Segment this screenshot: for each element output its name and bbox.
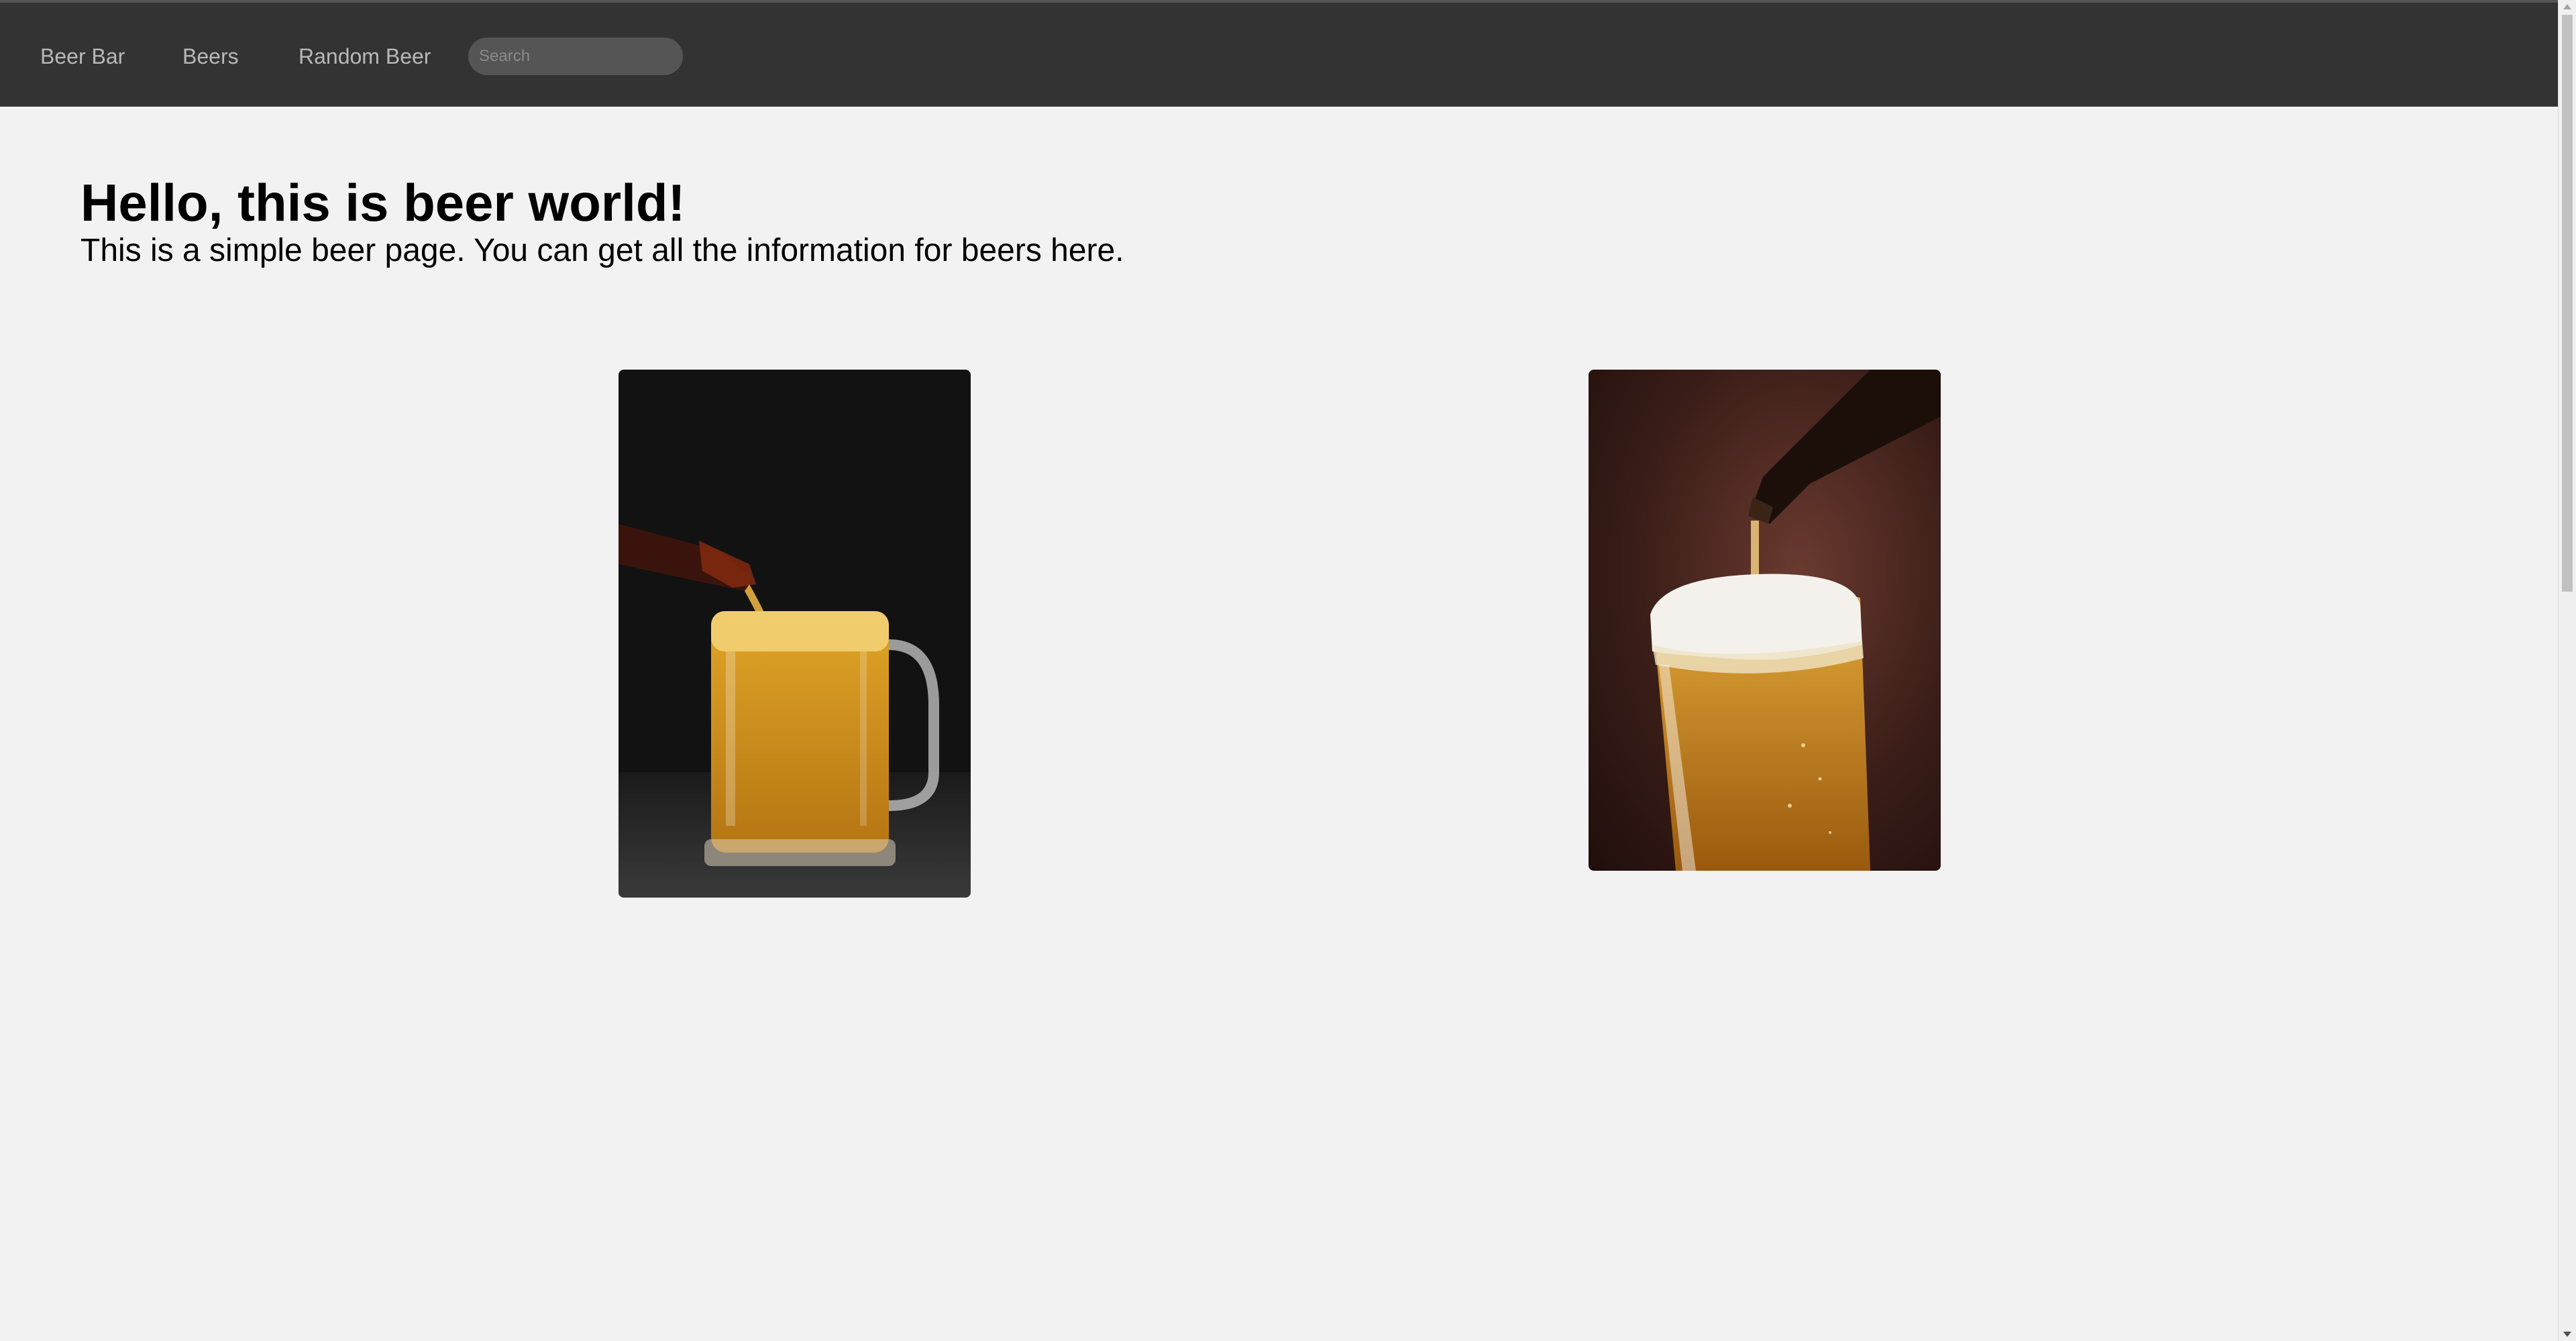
scrollbar-thumb[interactable] — [2562, 15, 2573, 592]
scroll-down-arrow-icon[interactable] — [2563, 1332, 2571, 1337]
page: Beer Bar Beers Random Beer Hello, this i… — [0, 0, 2576, 1341]
page-subtitle: This is a simple beer page. You can get … — [80, 233, 1124, 268]
scroll-up-arrow-icon[interactable] — [2563, 4, 2571, 9]
nav-link-beers[interactable]: Beers — [182, 44, 239, 68]
page-title: Hello, this is beer world! — [80, 173, 686, 232]
beer-mug-pour-photo — [619, 370, 971, 898]
navbar: Beer Bar Beers Random Beer — [0, 0, 2559, 107]
search-input[interactable] — [468, 38, 683, 75]
vertical-scrollbar[interactable] — [2558, 0, 2576, 1341]
nav-link-beer-bar[interactable]: Beer Bar — [40, 44, 125, 68]
beer-glass-pour-photo — [1589, 370, 1941, 871]
nav-link-random-beer[interactable]: Random Beer — [299, 44, 431, 68]
